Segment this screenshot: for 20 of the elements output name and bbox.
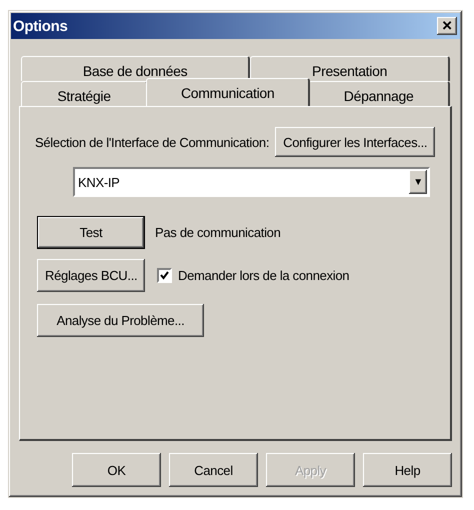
window-title: Options: [13, 18, 68, 34]
configure-button[interactable]: Configurer les Interfaces...: [275, 127, 436, 157]
analyse-button[interactable]: Analyse du Problème...: [37, 304, 204, 337]
interface-dropdown[interactable]: KNX-IP ▼: [73, 167, 430, 197]
checkbox[interactable]: [157, 268, 172, 283]
dropdown-value: KNX-IP: [78, 174, 120, 190]
bcu-settings-button[interactable]: Réglages BCU...: [37, 259, 145, 292]
status-text: Pas de communication: [155, 225, 281, 240]
test-button[interactable]: Test: [37, 216, 145, 249]
checkbox-label[interactable]: Demander lors de la connexion: [178, 268, 350, 283]
dialog-button[interactable]: Help: [363, 453, 452, 487]
dialog-button[interactable]: OK: [72, 453, 161, 487]
dialog-button[interactable]: Cancel: [169, 453, 258, 487]
tab[interactable]: Dépannage: [308, 81, 450, 106]
tab[interactable]: Presentation: [250, 56, 450, 81]
tab[interactable]: Stratégie: [21, 81, 148, 106]
interface-label: Sélection de l'Interface de Communication:: [35, 134, 270, 150]
tab[interactable]: Communication: [146, 78, 310, 106]
tab[interactable]: Base de données: [21, 56, 250, 81]
close-button[interactable]: ×: [437, 17, 457, 35]
